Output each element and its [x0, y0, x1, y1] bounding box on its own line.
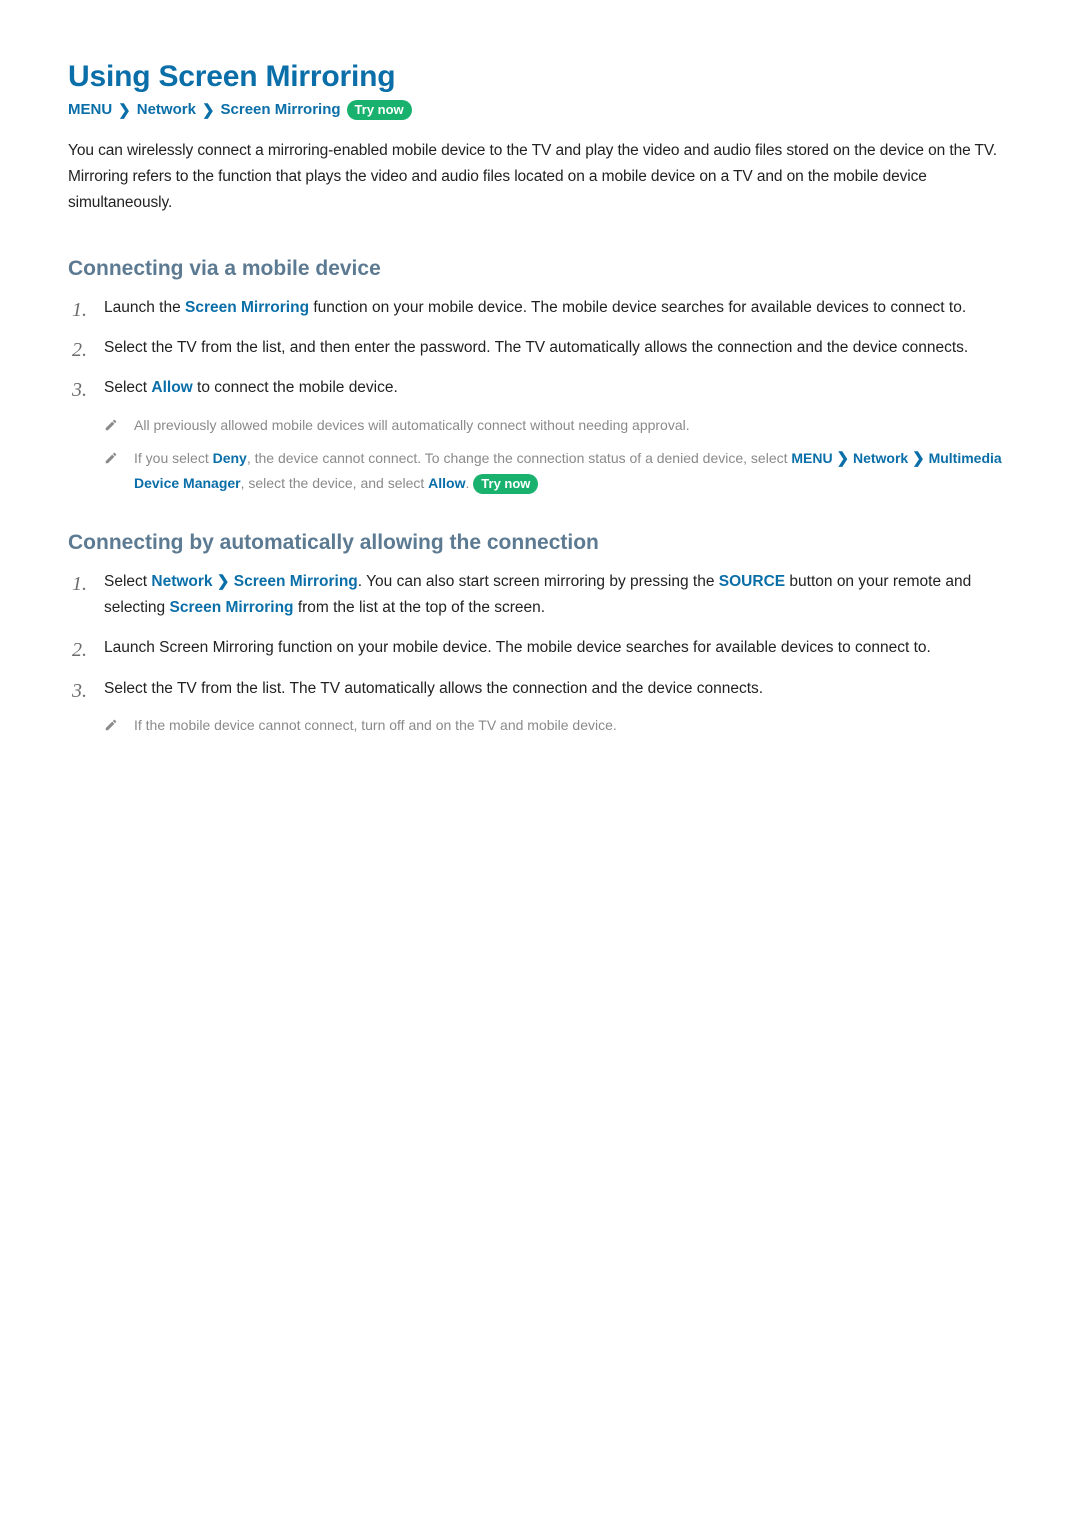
accent-allow: Allow	[151, 379, 192, 396]
steps-list-1: Launch the Screen Mirroring function on …	[68, 295, 1012, 495]
pencil-icon	[104, 416, 118, 430]
page-title: Using Screen Mirroring	[68, 60, 1012, 94]
step-text: function on your mobile device. The mobi…	[309, 299, 966, 316]
document-page: Using Screen Mirroring MENU ❯ Network ❯ …	[0, 0, 1080, 833]
accent-screen-mirroring: Screen Mirroring	[185, 299, 309, 316]
try-now-button[interactable]: Try now	[473, 474, 538, 494]
list-item: Select Network ❯ Screen Mirroring. You c…	[68, 569, 1012, 622]
step-text: Select	[104, 379, 151, 396]
step-text: Select	[104, 573, 151, 590]
list-item: Launch Screen Mirroring function on your…	[68, 635, 1012, 661]
breadcrumb: MENU ❯ Network ❯ Screen Mirroring Try no…	[68, 100, 1012, 120]
accent-network: Network	[853, 450, 908, 466]
accent-menu: MENU	[791, 450, 832, 466]
accent-screen-mirroring: Screen Mirroring	[169, 599, 293, 616]
note-text: .	[466, 475, 474, 491]
chevron-right-icon: ❯	[202, 101, 215, 119]
note-list: If the mobile device cannot connect, tur…	[104, 714, 1012, 737]
note-text: If the mobile device cannot connect, tur…	[134, 717, 617, 733]
note-item: If the mobile device cannot connect, tur…	[104, 714, 1012, 737]
accent-screen-mirroring: Screen Mirroring	[234, 573, 358, 590]
accent-allow: Allow	[428, 475, 465, 491]
steps-list-2: Select Network ❯ Screen Mirroring. You c…	[68, 569, 1012, 737]
pencil-icon	[104, 716, 118, 730]
accent-network: Network	[151, 573, 212, 590]
accent-deny: Deny	[213, 450, 247, 466]
try-now-button[interactable]: Try now	[347, 100, 412, 120]
section-heading-mobile: Connecting via a mobile device	[68, 257, 1012, 281]
pencil-icon	[104, 449, 118, 463]
note-list: All previously allowed mobile devices wi…	[104, 414, 1012, 495]
breadcrumb-network: Network	[137, 101, 196, 118]
step-text: Select the TV from the list. The TV auto…	[104, 680, 763, 697]
note-item: All previously allowed mobile devices wi…	[104, 414, 1012, 437]
note-text: If you select	[134, 450, 213, 466]
breadcrumb-menu: MENU	[68, 101, 112, 118]
intro-paragraph: You can wirelessly connect a mirroring-e…	[68, 138, 1012, 217]
step-text: Select the TV from the list, and then en…	[104, 339, 968, 356]
chevron-right-icon: ❯	[118, 101, 131, 119]
list-item: Select the TV from the list, and then en…	[68, 335, 1012, 361]
step-text: from the list at the top of the screen.	[294, 599, 546, 616]
breadcrumb-screen-mirroring: Screen Mirroring	[221, 101, 341, 118]
step-text: to connect the mobile device.	[193, 379, 398, 396]
note-text: , the device cannot connect. To change t…	[247, 450, 792, 466]
accent-source: SOURCE	[719, 573, 785, 590]
note-text: All previously allowed mobile devices wi…	[134, 417, 690, 433]
chevron-right-icon: ❯	[217, 573, 230, 590]
step-text: Launch Screen Mirroring function on your…	[104, 639, 931, 656]
chevron-right-icon: ❯	[912, 450, 925, 467]
note-item: If you select Deny, the device cannot co…	[104, 447, 1012, 495]
chevron-right-icon: ❯	[837, 450, 850, 467]
step-text: Launch the	[104, 299, 185, 316]
note-text: , select the device, and select	[241, 475, 429, 491]
list-item: Select Allow to connect the mobile devic…	[68, 375, 1012, 494]
section-heading-auto: Connecting by automatically allowing the…	[68, 531, 1012, 555]
list-item: Launch the Screen Mirroring function on …	[68, 295, 1012, 321]
list-item: Select the TV from the list. The TV auto…	[68, 676, 1012, 737]
step-text: . You can also start screen mirroring by…	[358, 573, 719, 590]
